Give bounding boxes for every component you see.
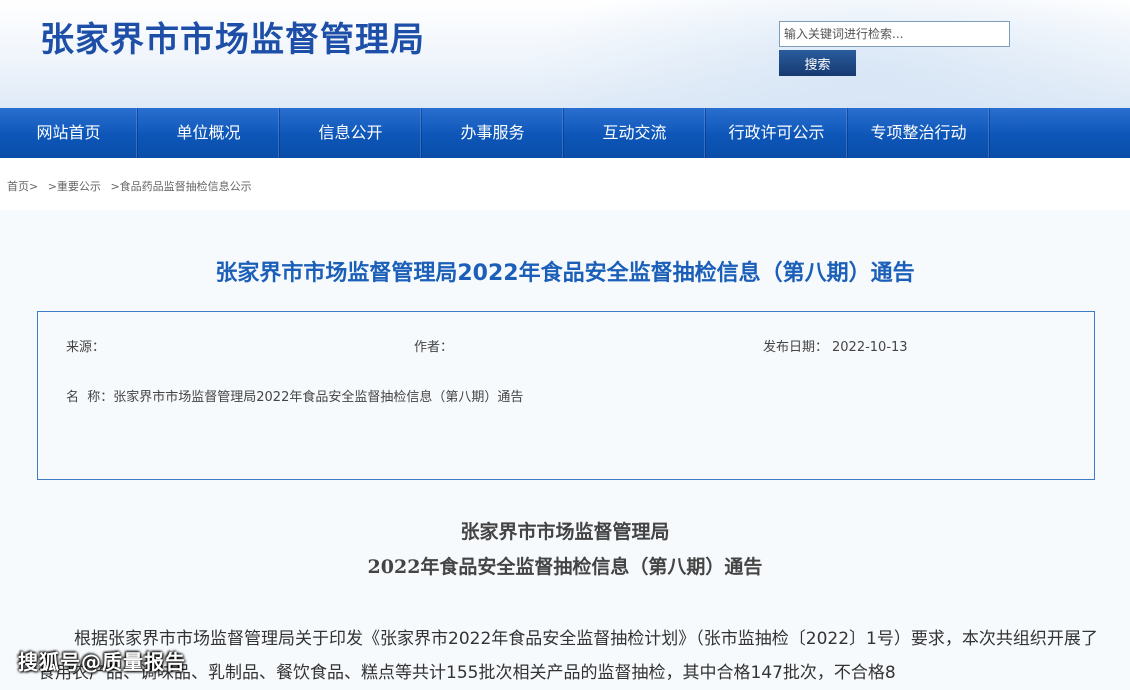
meta-name-value: 张家界市市场监督管理局2022年食品安全监督抽检信息（第八期）通告: [113, 390, 524, 405]
meta-source: 来源：: [66, 340, 106, 355]
site-header: 张家界市市场监督管理局 搜索: [0, 0, 1130, 108]
document-heading-line1: 张家界市市场监督管理局: [460, 521, 670, 543]
meta-date-value: 2022-10-13: [832, 340, 908, 355]
breadcrumb-home[interactable]: 首页>: [7, 180, 38, 193]
meta-date: 发布日期： 2022-10-13: [763, 336, 908, 355]
article-body-paragraph: 根据张家界市市场监督管理局关于印发《张家界市2022年食品安全监督抽检计划》（张…: [38, 629, 1098, 683]
nav-item-services[interactable]: 办事服务: [422, 108, 564, 158]
meta-author: 作者：: [414, 340, 454, 355]
nav-item-home[interactable]: 网站首页: [0, 108, 138, 158]
document-heading-line2: 2022年食品安全监督抽检信息（第八期）通告: [367, 556, 763, 578]
meta-date-label: 发布日期：: [763, 340, 829, 355]
breadcrumb-bar: 首页> >重要公示 >食品药品监督抽检信息公示: [0, 158, 1130, 210]
nav-item-special-action[interactable]: 专项整治行动: [848, 108, 990, 158]
document-heading: 张家界市市场监督管理局 2022年食品安全监督抽检信息（第八期）通告: [0, 515, 1130, 585]
site-title[interactable]: 张家界市市场监督管理局: [40, 12, 425, 61]
nav-item-about[interactable]: 单位概况: [138, 108, 280, 158]
meta-name: 名 称：张家界市市场监督管理局2022年食品安全监督抽检信息（第八期）通告: [66, 386, 523, 405]
search-input[interactable]: [779, 21, 1010, 47]
breadcrumb: 首页> >重要公示 >食品药品监督抽检信息公示: [7, 178, 258, 194]
article-meta-box: 来源： 作者： 发布日期： 2022-10-13 名 称：张家界市市场监督管理局2…: [37, 311, 1095, 480]
main-nav: 网站首页 单位概况 信息公开 办事服务 互动交流 行政许可公示 专项整治行动: [0, 108, 1130, 158]
watermark: 搜狐号@质量报告: [18, 650, 186, 674]
article-title: 张家界市市场监督管理局2022年食品安全监督抽检信息（第八期）通告: [215, 261, 915, 286]
breadcrumb-food-inspection[interactable]: >食品药品监督抽检信息公示: [110, 180, 251, 193]
breadcrumb-notices[interactable]: >重要公示: [48, 180, 101, 193]
nav-item-licensing[interactable]: 行政许可公示: [706, 108, 848, 158]
nav-item-info-disclosure[interactable]: 信息公开: [280, 108, 422, 158]
nav-item-interaction[interactable]: 互动交流: [564, 108, 706, 158]
search-button[interactable]: 搜索: [779, 50, 856, 76]
meta-name-label: 名 称：: [66, 390, 114, 405]
